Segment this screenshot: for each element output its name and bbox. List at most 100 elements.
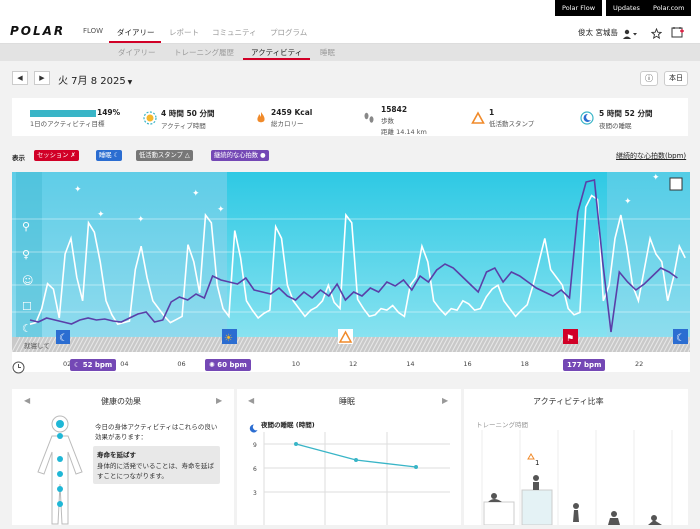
sleep-chart-subtitle: 夜間の睡眠 (時間)	[261, 421, 315, 429]
activity-chart: ✦ ✦ ✦ ✦ ✦ ✦ ✦ 就寝して ⚲ ♀ ☺ ☐ ☾ ☾ ☀ ⚑ ☾	[12, 172, 690, 352]
expand-icon	[669, 177, 683, 191]
sleep-ytick-9: 9	[253, 442, 257, 449]
sleep-ytick-3: 3	[253, 490, 257, 497]
sleep-next-arrow[interactable]: ▶	[442, 396, 448, 405]
bpm-marker[interactable]: ✺ 60 bpm	[205, 359, 251, 371]
nav-program[interactable]: プログラム	[270, 27, 307, 38]
prev-day-button[interactable]: ◀	[12, 71, 28, 85]
sit-icon: ☐	[22, 300, 32, 313]
activity-ratio-badge: 1	[535, 459, 540, 467]
user-menu-icon[interactable]	[622, 25, 638, 44]
nav-report[interactable]: レポート	[169, 27, 199, 38]
date-selector[interactable]: 火 7月 8 2025 ▼	[58, 72, 132, 87]
tag-session[interactable]: セッション ✗	[34, 150, 79, 161]
tag-inactivity[interactable]: 低活動スタンプ △	[136, 150, 193, 161]
health-title: 健康の効果	[101, 397, 141, 406]
body-figure-icon	[30, 414, 90, 529]
health-box: 寿命を延ばす 身体的に活発でいることは、寿命を延ばすことにつながります。	[93, 446, 220, 484]
x-tick: 10	[291, 360, 301, 368]
tag-session-label: セッション	[37, 152, 69, 159]
health-text: 今日の身体アクティビティはこれらの良い効果があります：	[95, 423, 218, 441]
bpm-marker[interactable]: 177 bpm	[563, 359, 606, 371]
x-tick: 14	[406, 360, 415, 368]
summary-steps: 15842 歩数 距離 14.14 km	[381, 105, 427, 136]
star-icon: ✦	[137, 215, 145, 225]
display-label: 表示	[12, 154, 25, 162]
heart-rate-link[interactable]: 継続的な心拍数(bpm)	[616, 151, 686, 161]
activity-chart-svg: ✦ ✦ ✦ ✦ ✦ ✦ ✦ 就寝して ⚲ ♀ ☺ ☐ ☾ ☾ ☀ ⚑ ☾	[12, 172, 690, 352]
bpm-marker[interactable]: ☾ 52 bpm	[70, 359, 117, 371]
summary-sleep: 5 時間 52 分間 夜間の睡眠	[599, 108, 653, 130]
x-tick: 18	[520, 360, 529, 368]
walk-icon: ♀	[22, 248, 30, 261]
summary-active-time: 4 時間 50 分間 アクティブ時間	[161, 108, 215, 130]
x-tick: 22	[635, 360, 644, 368]
star-icon: ✦	[624, 197, 632, 207]
summary-goal: 149%	[97, 108, 120, 117]
sub-nav	[0, 44, 700, 61]
steps-label: 歩数	[381, 117, 394, 125]
x-tick: 12	[349, 360, 358, 368]
polar-flow-link[interactable]: Polar Flow	[555, 0, 603, 16]
subnav-sleep[interactable]: 睡眠	[320, 47, 335, 58]
sleep-value: 5 時間 52 分間	[599, 109, 653, 118]
tag-inactivity-label: 低活動スタンプ	[139, 152, 183, 159]
summary-inactivity: 1 低活動スタンプ	[489, 108, 534, 128]
next-day-button[interactable]: ▶	[34, 71, 50, 85]
footsteps-icon	[362, 110, 376, 124]
sun-marker-glyph: ☀	[224, 333, 233, 344]
nav-diary[interactable]: ダイアリー	[117, 27, 155, 38]
chevron-down-icon: ▼	[125, 79, 133, 86]
sleep-icon: ☾	[22, 322, 32, 335]
sleep-ytick-6: 6	[253, 466, 257, 473]
activity-ratio-chart	[481, 430, 673, 525]
distance-label: 距離 14.14 km	[381, 128, 427, 136]
sleep-title: 睡眠	[339, 397, 355, 406]
run-icon: ⚲	[22, 220, 30, 233]
updates-link[interactable]: Updates	[606, 0, 647, 16]
nav-community[interactable]: コミュニティ	[212, 27, 257, 38]
today-button[interactable]: 本日	[664, 71, 688, 86]
tag-heart-rate-label: 継続的な心拍数	[214, 152, 259, 159]
moon-marker-glyph: ☾	[59, 333, 68, 344]
inactivity-label: 低活動スタンプ	[489, 120, 535, 128]
top-strip: Polar Flow Updates Polar.com	[0, 0, 700, 16]
sleep-start-label: 就寝して	[24, 341, 50, 350]
user-name[interactable]: 俊太 宮城島	[578, 27, 618, 38]
x-tick: 04	[120, 360, 129, 368]
subnav-training-history[interactable]: トレーニング履歴	[174, 47, 234, 58]
date-text: 火 7月 8 2025	[58, 76, 126, 87]
active-time-value: 4 時間 50 分間	[161, 109, 215, 118]
calories-label: 総カロリー	[271, 120, 304, 128]
inactivity-stamp-icon	[471, 110, 485, 124]
health-box-title: 寿命を延ばす	[97, 451, 136, 459]
polar-logo[interactable]: POLAR	[10, 24, 65, 38]
subnav-active-underline	[243, 58, 310, 60]
clock-icon	[12, 359, 25, 378]
info-button[interactable]: ⓘ	[640, 71, 658, 86]
moon-icon	[580, 110, 594, 125]
tag-sleep[interactable]: 睡眠 ☾	[96, 150, 123, 161]
calendar-add-icon[interactable]	[671, 23, 684, 42]
flame-icon	[254, 110, 268, 124]
health-prev-arrow[interactable]: ◀	[24, 396, 30, 405]
subnav-diary[interactable]: ダイアリー	[118, 47, 156, 58]
star-icon: ✦	[74, 185, 82, 195]
health-next-arrow[interactable]: ▶	[216, 396, 222, 405]
tag-sleep-label: 睡眠	[99, 152, 112, 159]
polar-com-link[interactable]: Polar.com	[646, 0, 692, 16]
moon-end-glyph: ☾	[676, 333, 685, 344]
x-tick: 16	[463, 360, 472, 368]
summary-calories: 2459 Kcal 総カロリー	[271, 108, 312, 128]
activity-goal-progress	[30, 110, 96, 117]
health-box-text: 身体的に活発でいることは、寿命を延ばすことにつながります。	[97, 462, 214, 480]
subnav-activity[interactable]: アクティビティ	[251, 47, 302, 58]
flow-label: FLOW	[83, 27, 104, 35]
tag-heart-rate[interactable]: 継続的な心拍数 ●	[211, 150, 269, 161]
activity-ratio-subtitle: トレーニング時間	[476, 421, 528, 429]
sun-icon	[143, 110, 157, 125]
sleep-prev-arrow[interactable]: ◀	[248, 396, 254, 405]
star-icon[interactable]	[650, 24, 663, 43]
stand-icon: ☺	[22, 274, 33, 287]
goal-label: 1日のアクティビティ目標	[30, 120, 105, 128]
